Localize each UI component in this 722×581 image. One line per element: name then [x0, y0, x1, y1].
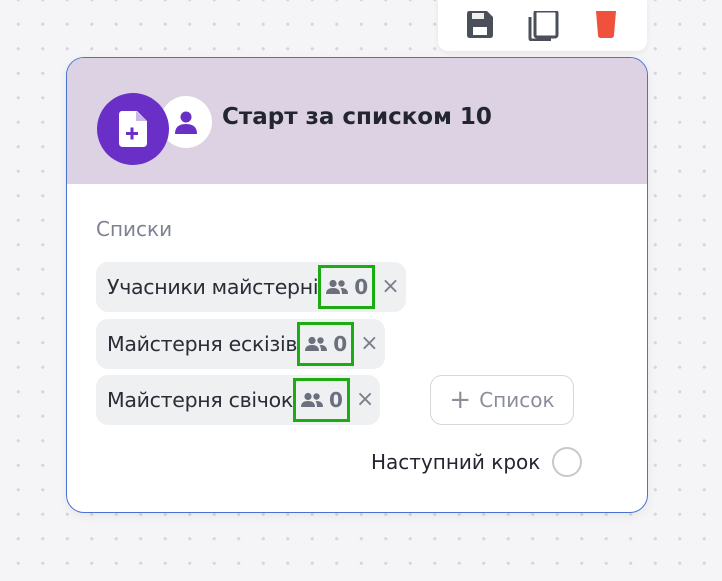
- list-member-count: 0: [318, 265, 376, 309]
- list-member-count: 0: [292, 378, 350, 422]
- users-icon: [326, 279, 349, 294]
- remove-list-button[interactable]: ×: [360, 333, 378, 355]
- save-button[interactable]: [460, 11, 500, 51]
- copy-icon: [528, 11, 558, 41]
- node-title: Старт за списком 10: [222, 104, 492, 130]
- list-chip[interactable]: Майстерня свічок 0 ×: [96, 375, 381, 425]
- lists-section-label: Списки: [96, 217, 173, 241]
- node-header: Старт за списком 10: [67, 58, 647, 184]
- node-toolbar: [438, 0, 647, 51]
- delete-button[interactable]: [586, 11, 626, 51]
- copy-button[interactable]: [523, 11, 563, 51]
- next-step-label: Наступний крок: [371, 450, 541, 474]
- users-icon: [305, 336, 328, 351]
- list-chip[interactable]: Майстерня ескізів 0 ×: [96, 319, 385, 369]
- add-list-button[interactable]: + Список: [430, 375, 574, 425]
- list-chip[interactable]: Учасники майстерні 0 ×: [96, 262, 406, 312]
- next-step-handle[interactable]: [552, 447, 583, 477]
- remove-list-button[interactable]: ×: [381, 276, 399, 298]
- plus-icon: +: [449, 385, 472, 415]
- file-add-icon: [97, 93, 169, 165]
- save-icon: [466, 11, 493, 38]
- next-step-connector: Наступний крок: [371, 447, 583, 477]
- list-member-count: 0: [297, 322, 355, 366]
- delete-icon: [595, 11, 616, 38]
- list-chip-label: Майстерня свічок: [107, 388, 293, 412]
- remove-list-button[interactable]: ×: [356, 389, 374, 411]
- list-chip-label: Учасники майстерні: [107, 275, 319, 299]
- list-chip-label: Майстерня ескізів: [107, 332, 298, 356]
- users-icon: [300, 392, 323, 407]
- start-node-card[interactable]: Старт за списком 10 Списки Учасники майс…: [66, 57, 648, 513]
